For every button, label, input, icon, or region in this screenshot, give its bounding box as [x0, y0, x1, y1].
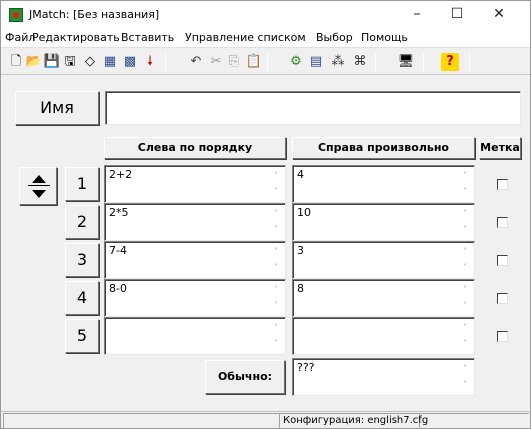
status-section	[3, 413, 279, 428]
menu-manage-list[interactable]: Управление списком	[185, 31, 306, 44]
list-icon[interactable]: ▤	[307, 53, 325, 71]
left-item-field[interactable]: 7-4 ˄ ˅	[104, 241, 286, 279]
divider	[28, 185, 50, 186]
left-item-field[interactable]: ˄ ˅	[104, 317, 286, 355]
scroll-arrows-icon[interactable]: ˄ ˅	[460, 168, 470, 200]
status-config: Конфигурация: english7.cfg	[283, 415, 429, 426]
column-header-left: Слева по порядку	[104, 137, 286, 159]
column-header-mark: Метка	[479, 137, 521, 159]
save-as-icon[interactable]: 🖫	[61, 53, 79, 71]
insert-arrow-icon[interactable]: 🠗	[141, 53, 159, 71]
open-icon[interactable]: 📂	[25, 53, 43, 71]
scroll-arrows-icon[interactable]: ˄ ˅	[460, 244, 470, 276]
close-button[interactable]: ✕	[479, 3, 519, 25]
right-item-text: 4	[297, 168, 304, 181]
left-item-text: 2+2	[109, 168, 133, 181]
mark-checkbox[interactable]	[497, 255, 508, 266]
paste-icon[interactable]: 📋	[245, 53, 263, 71]
monitor-icon[interactable]: 🖥	[397, 53, 415, 71]
toolbar-separator	[267, 53, 268, 71]
title-bar: JMatch: [Без названия] – ☐ ✕	[1, 1, 530, 28]
left-item-text: 8-0	[109, 282, 127, 295]
row-number-2[interactable]: 2	[65, 205, 99, 239]
row-number-3[interactable]: 3	[65, 243, 99, 277]
right-item-text: 8	[297, 282, 304, 295]
right-item-field[interactable]: 10 ˄ ˅	[292, 203, 475, 241]
right-item-field[interactable]: 8 ˄ ˅	[292, 279, 475, 317]
menu-help[interactable]: Помощь	[361, 31, 408, 44]
menu-file[interactable]: Файл	[5, 31, 35, 44]
scroll-arrows-icon[interactable]: ˄ ˅	[271, 168, 281, 200]
save-icon[interactable]: 💾	[43, 53, 61, 71]
row-number-1[interactable]: 1	[65, 167, 99, 201]
app-window: JMatch: [Без названия] – ☐ ✕ Файл Редакт…	[0, 0, 531, 429]
left-item-text: 7-4	[109, 244, 127, 257]
status-bar: Конфигурация: english7.cfg	[1, 411, 530, 428]
right-item-field[interactable]: 4 ˄ ˅	[292, 165, 475, 203]
toolbar-separator	[375, 53, 376, 71]
scroll-arrows-icon[interactable]: ˄ ˅	[460, 361, 470, 393]
tree-icon[interactable]: ⁂	[329, 53, 347, 71]
left-item-field[interactable]: 2*5 ˄ ˅	[104, 203, 286, 241]
mark-checkbox[interactable]	[497, 179, 508, 190]
column-header-right: Справа произвольно	[292, 137, 475, 159]
right-item-field[interactable]: 3 ˄ ˅	[292, 241, 475, 279]
toolbar-separator	[469, 53, 470, 71]
undo-icon[interactable]: ↶	[187, 53, 205, 71]
copy-icon[interactable]: ⎘	[225, 53, 243, 71]
maximize-button[interactable]: ☐	[437, 3, 477, 25]
default-label: Обычно:	[205, 360, 285, 394]
mark-checkbox[interactable]	[497, 293, 508, 304]
scroll-arrows-icon[interactable]: ˄ ˅	[460, 206, 470, 238]
status-section	[419, 413, 529, 428]
new-icon[interactable]: 🗋	[7, 53, 25, 71]
move-rows-button[interactable]	[19, 167, 57, 205]
eraser-icon[interactable]: ◇	[81, 53, 99, 71]
scroll-arrows-icon[interactable]: ˄ ˅	[460, 320, 470, 352]
default-distractor-field[interactable]: ??? ˄ ˅	[292, 358, 475, 396]
left-item-field[interactable]: 8-0 ˄ ˅	[104, 279, 286, 317]
row-number-5[interactable]: 5	[65, 319, 99, 353]
scroll-arrows-icon[interactable]: ˄ ˅	[271, 244, 281, 276]
right-item-text: 3	[297, 244, 304, 257]
help-icon[interactable]: ?	[441, 53, 459, 71]
right-item-text: 10	[297, 206, 311, 219]
left-item-text: 2*5	[109, 206, 129, 219]
config-icon[interactable]: ⚙	[287, 53, 305, 71]
web-export-icon[interactable]: ▦	[101, 53, 119, 71]
name-input[interactable]	[105, 91, 521, 125]
menu-bar: Файл Редактировать Вставить Управление с…	[1, 28, 530, 48]
window-title: JMatch: [Без названия]	[29, 8, 160, 21]
toolbar-separator	[423, 53, 424, 71]
scroll-arrows-icon[interactable]: ˄ ˅	[271, 282, 281, 314]
minimize-button[interactable]: –	[397, 3, 437, 25]
menu-insert[interactable]: Вставить	[121, 31, 174, 44]
web-export-2-icon[interactable]: ▩	[121, 53, 139, 71]
scroll-arrows-icon[interactable]: ˄ ˅	[460, 282, 470, 314]
mark-checkbox[interactable]	[497, 331, 508, 342]
scroll-arrows-icon[interactable]: ˄ ˅	[271, 206, 281, 238]
structure-icon[interactable]: ⌘	[351, 53, 369, 71]
menu-edit[interactable]: Редактировать	[32, 31, 120, 44]
mark-checkbox[interactable]	[497, 217, 508, 228]
arrow-down-icon	[32, 190, 46, 198]
arrow-up-icon	[32, 175, 46, 183]
row-number-4[interactable]: 4	[65, 281, 99, 315]
jmatch-app-icon	[9, 8, 23, 22]
cut-icon[interactable]: ✂	[207, 53, 225, 71]
default-distractor-text: ???	[297, 361, 315, 374]
toolbar: 🗋 📂 💾 🖫 ◇ ▦ ▩ 🠗 ↶ ✂ ⎘ 📋 ⚙ ▤ ⁂ ⌘ 🖥 ?	[1, 49, 530, 75]
name-label: Имя	[15, 91, 99, 125]
left-item-field[interactable]: 2+2 ˄ ˅	[104, 165, 286, 203]
toolbar-separator	[165, 53, 166, 71]
scroll-arrows-icon[interactable]: ˄ ˅	[271, 320, 281, 352]
right-item-field[interactable]: ˄ ˅	[292, 317, 475, 355]
menu-select[interactable]: Выбор	[316, 31, 353, 44]
